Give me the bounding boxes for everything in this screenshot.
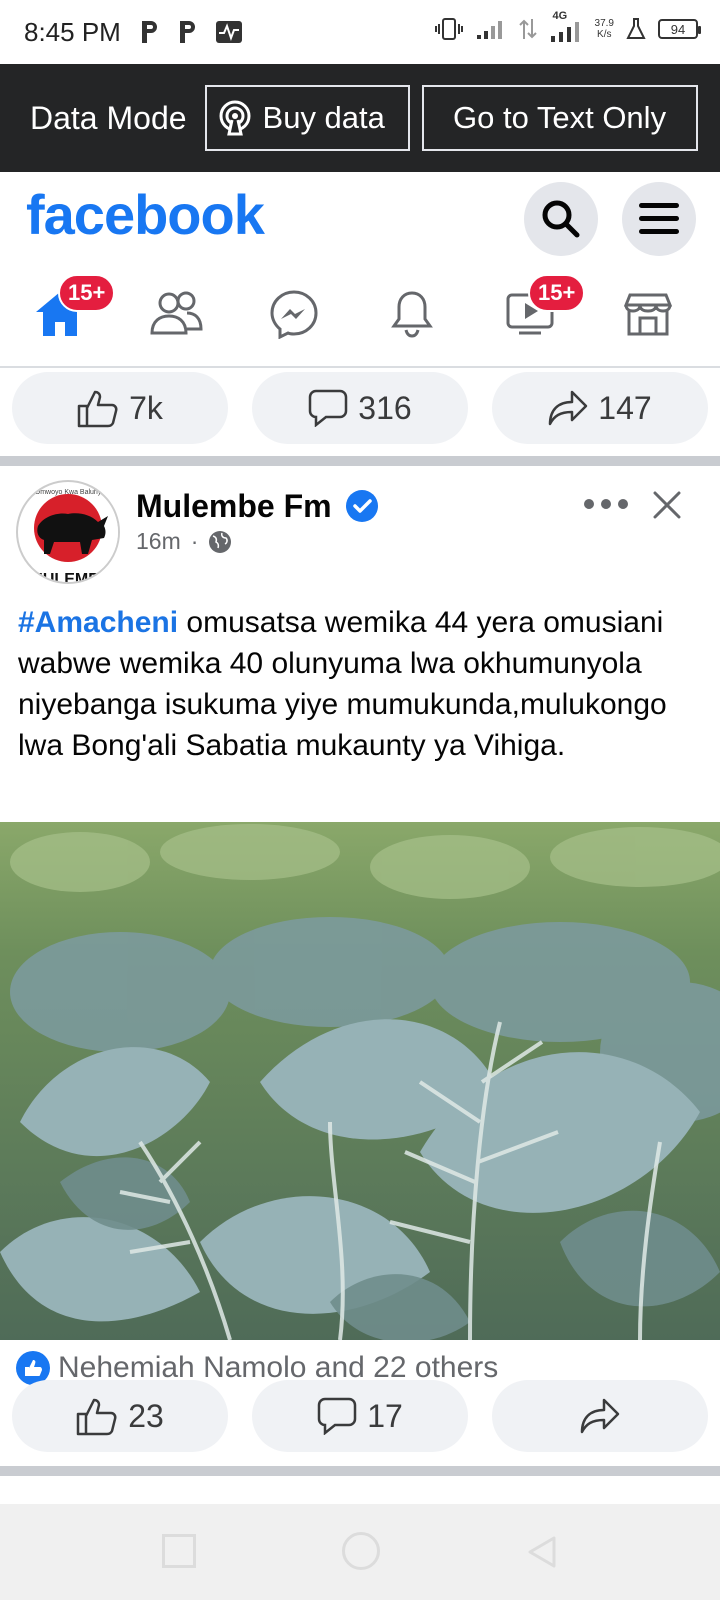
globe-icon (209, 530, 232, 553)
android-nav-bar (0, 1504, 720, 1600)
share-icon (549, 390, 588, 426)
meta-separator: · (190, 528, 199, 554)
store-icon (624, 293, 672, 336)
svg-text:Omwoyo Kwa Baluhya: Omwoyo Kwa Baluhya (35, 489, 106, 496)
text-only-label: Go to Text Only (452, 100, 667, 135)
status-left-icons (139, 19, 243, 45)
hamburger-icon (639, 203, 679, 234)
post-hashtag[interactable]: #Amacheni (18, 606, 178, 639)
page-avatar[interactable]: MULEMBE Omwoyo Kwa Baluhya (16, 480, 120, 584)
tab-messenger[interactable] (264, 284, 324, 344)
search-icon (542, 200, 580, 238)
data-mode-bar: Data Mode Buy data Go to Text Only (0, 64, 720, 172)
data-mode-label: Data Mode (30, 99, 187, 136)
thumbs-up-icon (76, 1398, 117, 1436)
comment-icon (309, 389, 348, 427)
share-button[interactable] (492, 1380, 708, 1452)
share-button[interactable]: 147 (492, 372, 708, 444)
friends-icon (150, 291, 203, 335)
feed-gap (0, 1476, 720, 1504)
nav-tabs: 15+ 15+ (0, 264, 720, 368)
mulembe-logo-icon: MULEMBE Omwoyo Kwa Baluhya (20, 484, 118, 584)
flask-icon (626, 18, 646, 39)
feed-separator (0, 456, 720, 466)
signal-icon (476, 21, 502, 39)
activity-icon (215, 21, 242, 43)
tab-notifications[interactable] (382, 284, 442, 344)
p-icon (179, 21, 195, 43)
broadcast-icon (219, 100, 251, 136)
thumbs-up-icon (77, 390, 118, 428)
menu-button[interactable] (622, 182, 696, 256)
like-button[interactable]: 7k (12, 372, 228, 444)
recents-button[interactable] (162, 1534, 196, 1568)
battery-icon: 94 (658, 19, 701, 39)
vibrate-icon (434, 18, 463, 40)
dot-icon (618, 499, 628, 509)
prev-post-actions: 7k 316 147 (0, 368, 720, 448)
facebook-logo[interactable]: facebook (26, 182, 265, 247)
share-count: 147 (598, 389, 652, 426)
status-bar: 8:45 PM 4G 37.9 K/s 94 (0, 0, 720, 64)
net-speed: 37.9 K/s (595, 18, 614, 40)
buy-data-label: Buy data (262, 100, 385, 135)
post-actions: 23 17 (0, 1376, 720, 1456)
comment-button[interactable]: 316 (252, 372, 468, 444)
p-icon (141, 21, 157, 43)
kale-field-image (0, 822, 720, 1340)
net-speed-unit: K/s (597, 29, 612, 40)
share-icon (580, 1398, 620, 1434)
tab-marketplace[interactable] (618, 284, 678, 344)
close-icon (653, 491, 681, 519)
text-only-button[interactable]: Go to Text Only (421, 85, 698, 151)
search-button[interactable] (524, 182, 598, 256)
post-meta: 16m · (136, 528, 232, 555)
post-image[interactable] (0, 822, 720, 1340)
bell-icon (391, 291, 433, 338)
comment-count: 316 (358, 389, 412, 426)
post-header: MULEMBE Omwoyo Kwa Baluhya Mulembe Fm 16… (0, 470, 720, 590)
watch-badge: 15+ (528, 274, 586, 312)
dot-icon (584, 499, 594, 509)
comment-button[interactable]: 17 (252, 1380, 468, 1452)
net-speed-value: 37.9 (594, 18, 614, 29)
more-options-button[interactable] (584, 492, 628, 516)
home-badge: 15+ (58, 274, 116, 312)
tab-friends[interactable] (146, 284, 206, 344)
close-post-button[interactable] (650, 488, 684, 522)
svg-text:MULEMBE: MULEMBE (30, 571, 111, 584)
like-button[interactable]: 23 (12, 1380, 228, 1452)
data-arrows-icon (518, 19, 537, 39)
post-time[interactable]: 16m (136, 528, 181, 555)
like-count: 23 (128, 1397, 164, 1434)
comment-icon (317, 1397, 357, 1435)
status-time: 8:45 PM (24, 16, 121, 47)
battery-level: 94 (670, 21, 686, 37)
back-icon[interactable] (524, 1534, 560, 1570)
messenger-icon (270, 290, 318, 339)
signal-4g: 4G (549, 10, 583, 44)
post-text: #Amacheni omusatsa wemika 44 yera omusia… (18, 602, 708, 766)
home-system-button[interactable] (342, 1532, 380, 1570)
comment-count: 17 (367, 1397, 403, 1434)
verified-badge-icon (346, 490, 378, 522)
feed-separator (0, 1466, 720, 1476)
like-count: 7k (129, 389, 163, 426)
dot-icon (601, 499, 611, 509)
status-right-icons: 4G 37.9 K/s 94 (434, 10, 701, 44)
buy-data-button[interactable]: Buy data (204, 85, 410, 151)
page-name[interactable]: Mulembe Fm (136, 488, 332, 525)
fb-header: facebook (0, 172, 720, 264)
signal-4g-icon (550, 22, 579, 42)
